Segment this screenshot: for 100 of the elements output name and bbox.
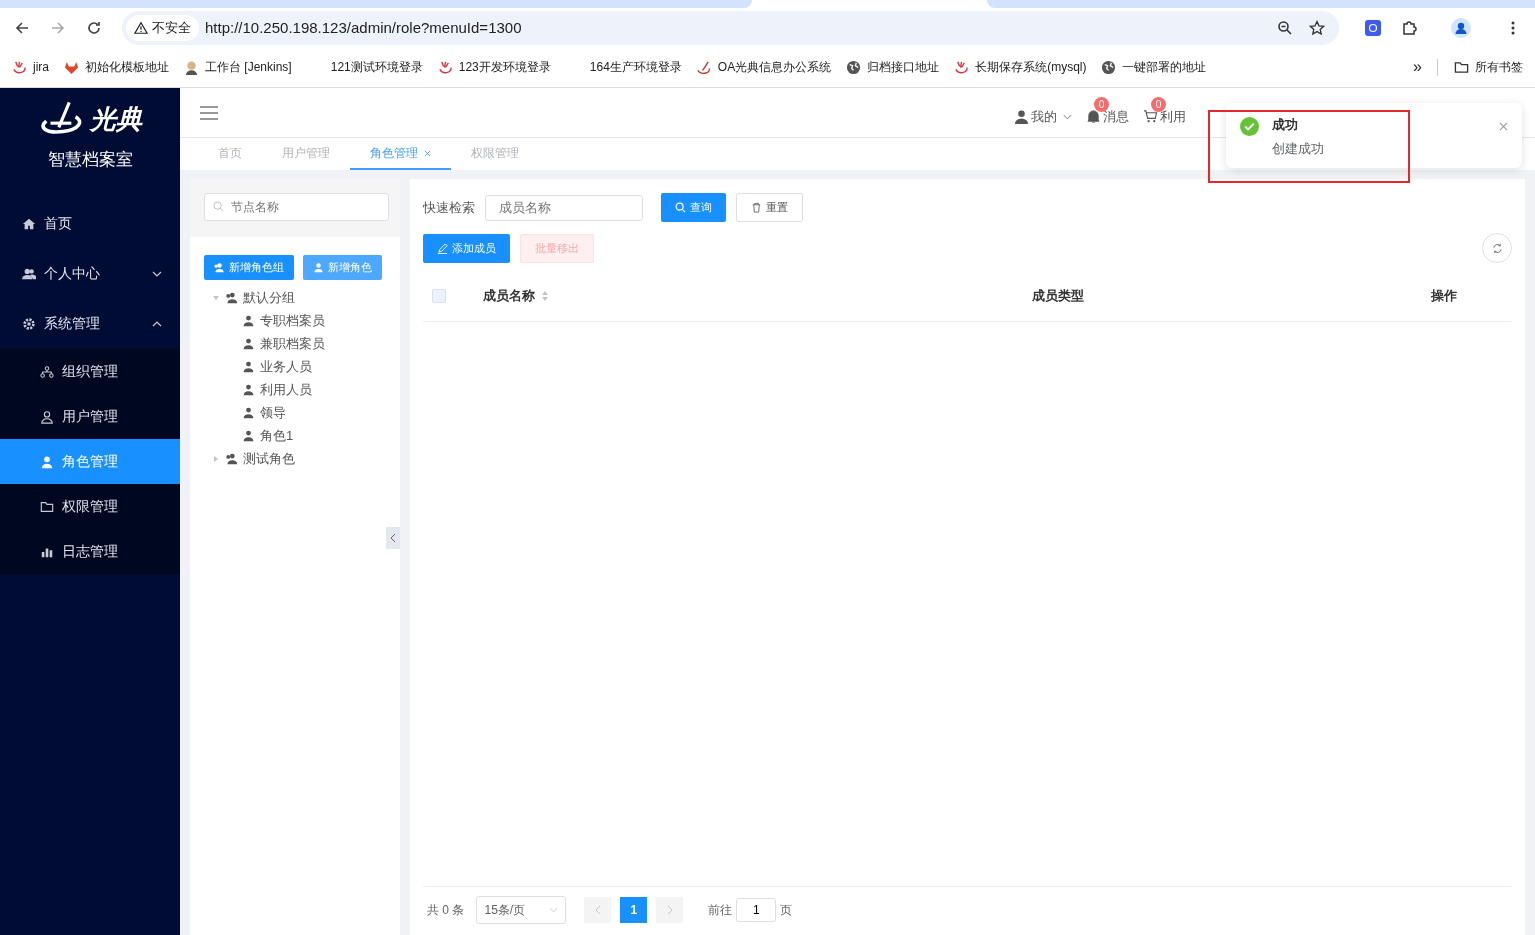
menu-item[interactable]: 个人中心 bbox=[0, 249, 180, 299]
success-icon bbox=[1240, 117, 1259, 136]
search-label: 快速检索 bbox=[423, 198, 475, 217]
bookmark[interactable]: 初始化模板地址 bbox=[64, 58, 169, 76]
menu-icon[interactable] bbox=[200, 105, 218, 120]
toast-message: 创建成功 bbox=[1272, 140, 1325, 158]
column-header[interactable]: 成员名称 bbox=[483, 287, 549, 305]
puzzle-icon[interactable] bbox=[1401, 19, 1417, 36]
tree-node[interactable]: 角色1 bbox=[260, 426, 294, 445]
user-icon bbox=[1014, 109, 1029, 124]
swirl-icon bbox=[12, 59, 27, 75]
user-icon bbox=[242, 360, 255, 373]
star-icon[interactable] bbox=[1309, 19, 1325, 36]
bookmark[interactable]: 工作台 [Jenkins] bbox=[184, 58, 292, 76]
refresh-icon bbox=[1491, 242, 1503, 254]
user-icon bbox=[242, 337, 255, 350]
user-icon bbox=[242, 383, 255, 396]
all-bookmarks-folder[interactable]: 所有书签 bbox=[1437, 58, 1523, 76]
back-icon[interactable] bbox=[14, 19, 30, 36]
bookmark[interactable]: 123开发环境登录 bbox=[437, 58, 551, 76]
search-icon bbox=[675, 202, 686, 213]
expand-arrow-icon[interactable] bbox=[212, 293, 220, 302]
tree-node[interactable]: 默认分组 bbox=[243, 288, 295, 307]
collapse-panel-button[interactable] bbox=[386, 527, 400, 549]
submenu-item[interactable]: 组织管理 bbox=[0, 349, 180, 394]
submenu-item[interactable]: 用户管理 bbox=[0, 394, 180, 439]
folder-icon bbox=[40, 499, 54, 514]
user-menu[interactable]: 我的 bbox=[1014, 107, 1072, 126]
close-icon[interactable] bbox=[1499, 122, 1508, 131]
users-icon bbox=[214, 262, 225, 273]
toast-title: 成功 bbox=[1272, 116, 1299, 134]
page-size-select[interactable]: 15条/页 bbox=[476, 896, 567, 924]
users-icon bbox=[22, 267, 36, 281]
bell-icon bbox=[1086, 109, 1101, 124]
search-icon bbox=[213, 201, 224, 212]
expand-arrow-icon[interactable] bbox=[212, 454, 220, 463]
more-bookmarks-button[interactable]: » bbox=[1413, 58, 1422, 76]
address-bar[interactable]: 不安全 http://10.250.198.123/admin/role?menuId=1300 bbox=[122, 10, 1339, 45]
reset-button[interactable]: 重置 bbox=[736, 193, 803, 222]
forward-icon[interactable] bbox=[50, 19, 66, 36]
column-header[interactable]: 操作 bbox=[1431, 287, 1457, 305]
tree-node[interactable]: 利用人员 bbox=[260, 380, 312, 399]
org-chart-icon bbox=[40, 364, 54, 379]
url-text: http://10.250.198.123/admin/role?menuId=1300 bbox=[205, 19, 522, 36]
member-search-field[interactable]: 成员名称 bbox=[485, 194, 643, 221]
search-field[interactable]: 节点名称 bbox=[204, 193, 389, 221]
chevron-left-icon bbox=[390, 533, 396, 543]
bookmark[interactable]: 长期保存系统(mysql) bbox=[954, 58, 1087, 76]
close-icon[interactable] bbox=[424, 149, 431, 157]
cart-icon bbox=[1143, 109, 1158, 124]
swirl-icon bbox=[437, 59, 453, 75]
tree-node[interactable]: 专职档案员 bbox=[260, 311, 325, 330]
submenu-item[interactable]: 日志管理 bbox=[0, 529, 180, 574]
submenu-item[interactable]: 权限管理 bbox=[0, 484, 180, 529]
bookmark[interactable]: jira bbox=[12, 59, 49, 75]
chevron-down-icon bbox=[549, 907, 559, 913]
count-badge: 0 bbox=[1094, 96, 1109, 112]
trash-icon bbox=[751, 202, 762, 213]
bookmark[interactable]: OA光典信息办公系统 bbox=[696, 58, 832, 76]
pen-icon bbox=[696, 59, 712, 75]
tree-node[interactable]: 领导 bbox=[260, 403, 286, 422]
user-icon bbox=[40, 409, 54, 424]
home-icon bbox=[22, 217, 36, 231]
user-icon bbox=[40, 454, 54, 469]
tree-node[interactable]: 测试角色 bbox=[243, 449, 295, 468]
user-icon bbox=[313, 262, 324, 273]
pencil-icon bbox=[437, 242, 448, 254]
logo-text: 光典 bbox=[90, 102, 142, 136]
menu-item[interactable]: 首页 bbox=[0, 199, 180, 249]
settings-icon bbox=[22, 317, 36, 331]
tree-node[interactable]: 业务人员 bbox=[260, 357, 312, 376]
person-icon bbox=[184, 59, 199, 75]
reload-icon[interactable] bbox=[86, 19, 102, 36]
page-input[interactable]: 1 bbox=[736, 898, 777, 922]
chevron-right-icon bbox=[666, 905, 673, 915]
menu-item[interactable]: 系统管理 bbox=[0, 299, 180, 349]
user-icon bbox=[242, 314, 255, 327]
extension-icon[interactable] bbox=[1365, 19, 1381, 36]
bookmark[interactable]: 121测试环境登录 bbox=[306, 58, 423, 76]
users-icon bbox=[225, 452, 238, 465]
total-count: 共 0 条 bbox=[427, 901, 465, 919]
app-name: 智慧档案室 bbox=[46, 149, 134, 171]
security-chip[interactable]: 不安全 bbox=[126, 14, 199, 41]
folder-icon bbox=[1454, 59, 1469, 75]
bookmark[interactable]: 164生产环境登录 bbox=[565, 58, 682, 76]
goto-label: 前往 bbox=[708, 901, 733, 919]
tree-node[interactable]: 兼职档案员 bbox=[260, 334, 325, 353]
chevron-left-icon bbox=[594, 905, 601, 915]
globe-icon bbox=[846, 59, 862, 75]
sort-icon[interactable] bbox=[541, 290, 549, 302]
select-all-checkbox[interactable] bbox=[432, 289, 446, 303]
warning-icon bbox=[134, 20, 148, 35]
user-icon bbox=[242, 429, 255, 442]
bookmark[interactable]: 一键部署的地址 bbox=[1101, 58, 1207, 76]
column-header[interactable]: 成员类型 bbox=[1032, 287, 1084, 305]
user-icon bbox=[242, 406, 255, 419]
chevron-icon bbox=[1063, 113, 1072, 120]
zoom-icon[interactable] bbox=[1277, 19, 1293, 36]
users-icon bbox=[225, 291, 238, 304]
bookmark[interactable]: 归档接口地址 bbox=[846, 58, 940, 76]
